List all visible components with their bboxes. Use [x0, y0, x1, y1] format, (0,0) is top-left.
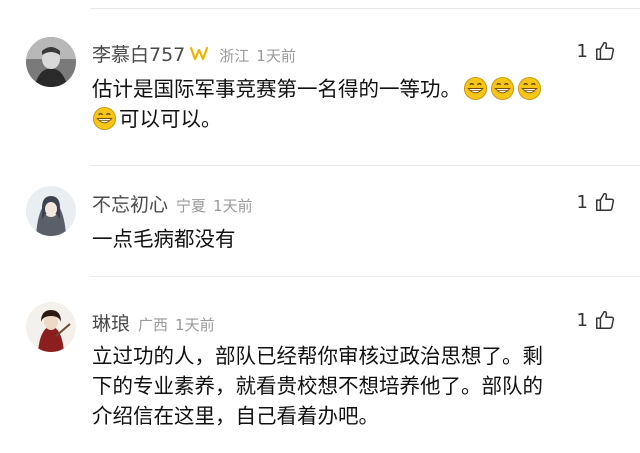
comment-text-line: 一点毛病都没有 — [92, 227, 236, 251]
comment-meta: 不忘初心 宁夏 1天前 — [92, 190, 253, 217]
comment-text-line: 介绍信在这里，自己看着办吧。 — [92, 404, 379, 428]
thumbs-up-icon — [596, 41, 615, 60]
comment-meta: 琳琅 广西 1天前 — [92, 309, 215, 336]
avatar[interactable] — [26, 186, 76, 236]
comment-list: 李慕白757 浙江 1天前 1 估计是国际军事竞赛第一名得的一等功。 可以可以。 — [0, 0, 640, 453]
comment-text: 立过功的人，部队已经帮你审核过政治思想了。剩 下的专业素养，就看贵校想不想培养他… — [92, 341, 616, 431]
like-count: 1 — [576, 309, 588, 331]
comment-meta: 李慕白757 浙江 1天前 — [92, 40, 296, 67]
grinning-face-emoji — [517, 76, 542, 101]
vip-badge-icon — [189, 46, 211, 62]
like-button[interactable]: 1 — [577, 40, 616, 62]
avatar[interactable] — [26, 37, 76, 87]
username[interactable]: 不忘初心 — [92, 190, 168, 217]
like-count: 1 — [576, 40, 588, 62]
grinning-face-emoji — [490, 76, 515, 101]
comment-text-line: 立过功的人，部队已经帮你审核过政治思想了。剩 — [92, 344, 543, 368]
location: 宁夏 — [176, 197, 207, 215]
like-button[interactable]: 1 — [577, 309, 616, 331]
comment-text-line: 估计是国际军事竞赛第一名得的一等功。 — [92, 77, 461, 101]
timestamp: 1天前 — [175, 316, 215, 334]
thumbs-up-icon — [596, 192, 615, 211]
comment-text-line: 下的专业素养，就看贵校想不想培养他了。部队的 — [92, 374, 543, 398]
grinning-face-emoji — [463, 76, 488, 101]
divider — [90, 165, 640, 166]
location: 广西 — [138, 316, 169, 334]
comment-text: 一点毛病都没有 — [92, 224, 616, 254]
like-count: 1 — [576, 191, 588, 213]
comment-text: 估计是国际军事竞赛第一名得的一等功。 — [92, 74, 616, 104]
timestamp: 1天前 — [213, 197, 253, 215]
timestamp: 1天前 — [256, 47, 296, 65]
like-button[interactable]: 1 — [577, 191, 616, 213]
divider — [90, 8, 640, 9]
username[interactable]: 李慕白757 — [92, 40, 185, 67]
username[interactable]: 琳琅 — [92, 309, 130, 336]
avatar[interactable] — [26, 302, 76, 352]
location: 浙江 — [219, 47, 250, 65]
comment-text: 可以可以。 — [92, 104, 616, 134]
divider — [90, 276, 640, 277]
comment-text-line: 可以可以。 — [119, 107, 222, 131]
grinning-face-emoji — [92, 106, 117, 131]
thumbs-up-icon — [596, 310, 615, 329]
